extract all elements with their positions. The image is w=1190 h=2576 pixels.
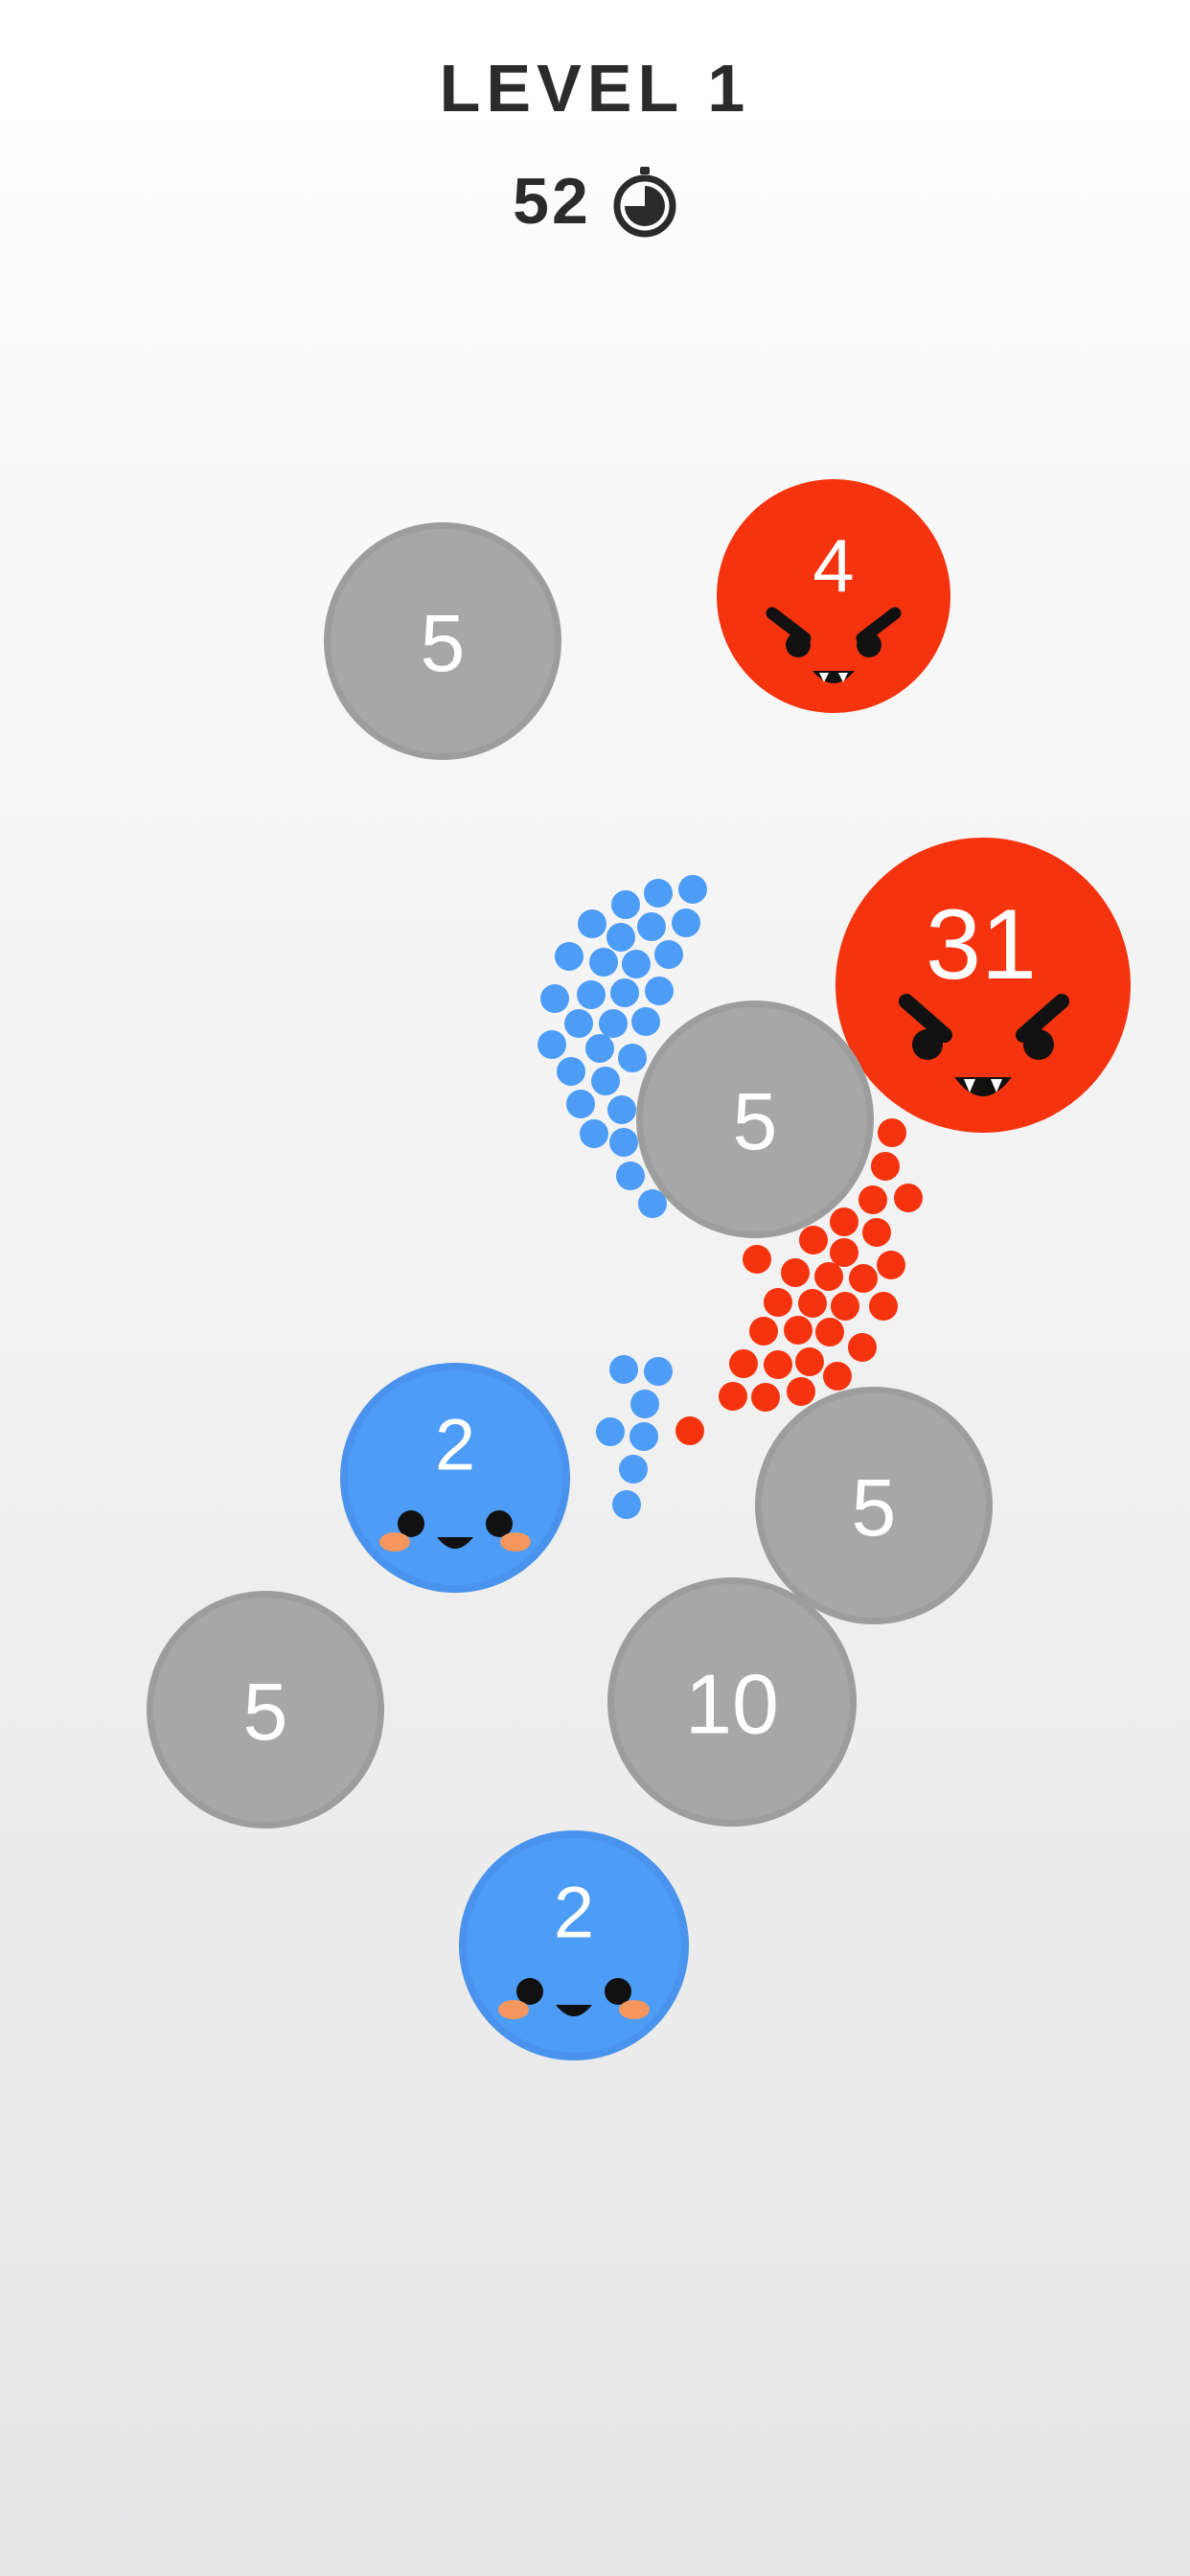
base-count: 2	[554, 1873, 594, 1954]
neutral-base[interactable]: 5	[324, 522, 561, 760]
base-count: 5	[852, 1462, 897, 1552]
enemy-base[interactable]: 31	[835, 838, 1131, 1133]
base-count: 5	[733, 1076, 778, 1166]
base-count: 4	[812, 523, 854, 608]
player-base[interactable]: 2	[459, 1830, 689, 2060]
player-unit-group	[596, 1355, 673, 1519]
game-board[interactable]: 5 4 31 5 2 5 5 10 2	[0, 0, 1190, 2576]
neutral-base[interactable]: 5	[147, 1591, 384, 1828]
base-count: 2	[435, 1405, 475, 1486]
neutral-base[interactable]: 10	[607, 1577, 857, 1827]
enemy-base[interactable]: 4	[717, 479, 950, 713]
player-base[interactable]: 2	[340, 1363, 570, 1593]
base-count: 5	[421, 598, 466, 688]
neutral-base[interactable]: 5	[636, 1000, 874, 1238]
base-count: 10	[685, 1657, 779, 1752]
base-count: 5	[243, 1667, 288, 1757]
base-count: 31	[926, 889, 1037, 1000]
neutral-base[interactable]: 5	[755, 1387, 993, 1624]
